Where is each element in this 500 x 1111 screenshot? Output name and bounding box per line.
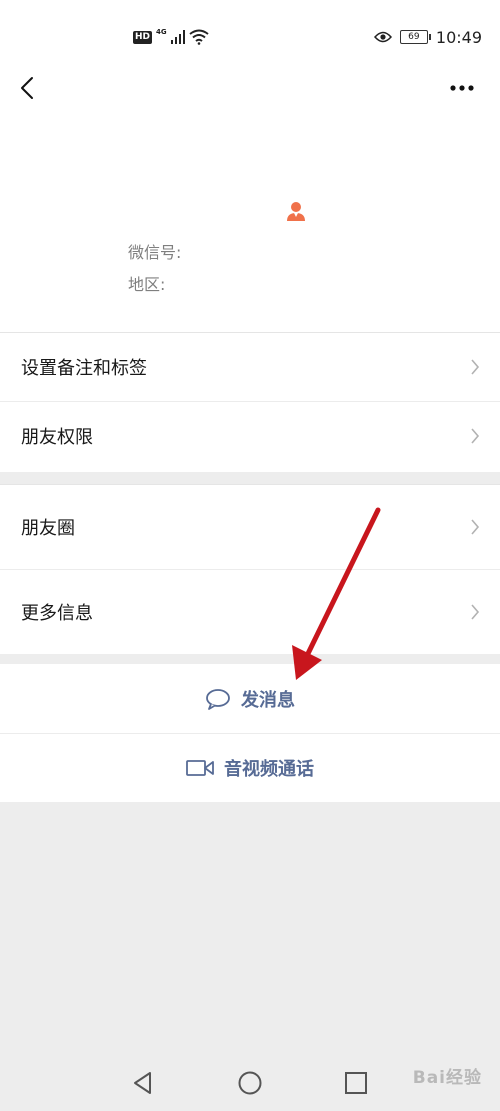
settings-group: 设置备注和标签 朋友权限 [0,332,500,472]
video-call-button[interactable]: 音视频通话 [0,733,500,802]
battery-level: 69 [408,32,420,42]
wechat-id-label: 微信号: [128,243,182,262]
network-type: 4G [156,28,167,36]
contact-profile-screen: HD 4G 69 10:49 微信号: 地区: 设置备注和标签 朋友权限 朋友圈… [0,0,500,1111]
battery-icon: 69 [399,30,431,44]
eye-icon [373,31,392,43]
action-group: 发消息 音视频通话 [0,664,500,802]
more-options-button[interactable] [448,78,478,98]
send-message-button[interactable]: 发消息 [0,664,500,733]
status-left: HD 4G [133,27,209,47]
top-nav [0,72,500,128]
nav-recents-icon[interactable] [343,1070,369,1096]
person-icon [287,202,305,221]
more-dots-icon [450,85,474,91]
remark-tags-row[interactable]: 设置备注和标签 [0,332,500,401]
moments-label: 朋友圈 [21,518,75,539]
info-group: 朋友圈 更多信息 [0,484,500,654]
more-info-label: 更多信息 [21,603,93,624]
chat-bubble-icon [206,688,230,710]
remark-tags-label: 设置备注和标签 [21,358,147,379]
status-right: 69 10:49 [373,26,482,48]
moments-row[interactable]: 朋友圈 [0,484,500,569]
video-camera-icon [186,760,214,776]
clock: 10:49 [435,27,482,47]
chevron-right-icon [471,428,480,444]
friend-permissions-row[interactable]: 朋友权限 [0,401,500,470]
back-button[interactable] [14,74,44,104]
wifi-icon [189,29,209,45]
watermark: Bai经验 [412,1068,482,1088]
chevron-left-icon [21,77,33,99]
nav-back-icon[interactable] [130,1070,156,1096]
send-message-label: 发消息 [241,689,295,711]
hd-badge: HD [133,30,153,44]
chevron-right-icon [471,519,480,535]
nav-home-icon[interactable] [237,1070,263,1096]
video-call-label: 音视频通话 [224,759,314,780]
chevron-right-icon [471,359,480,375]
friend-permissions-label: 朋友权限 [21,427,93,448]
status-bar: HD 4G 69 10:49 [0,0,500,72]
chevron-right-icon [471,604,480,620]
more-info-row[interactable]: 更多信息 [0,569,500,654]
signal-icon [170,30,185,44]
profile-header: 微信号: 地区: [0,128,500,333]
region-label: 地区: [128,275,166,294]
